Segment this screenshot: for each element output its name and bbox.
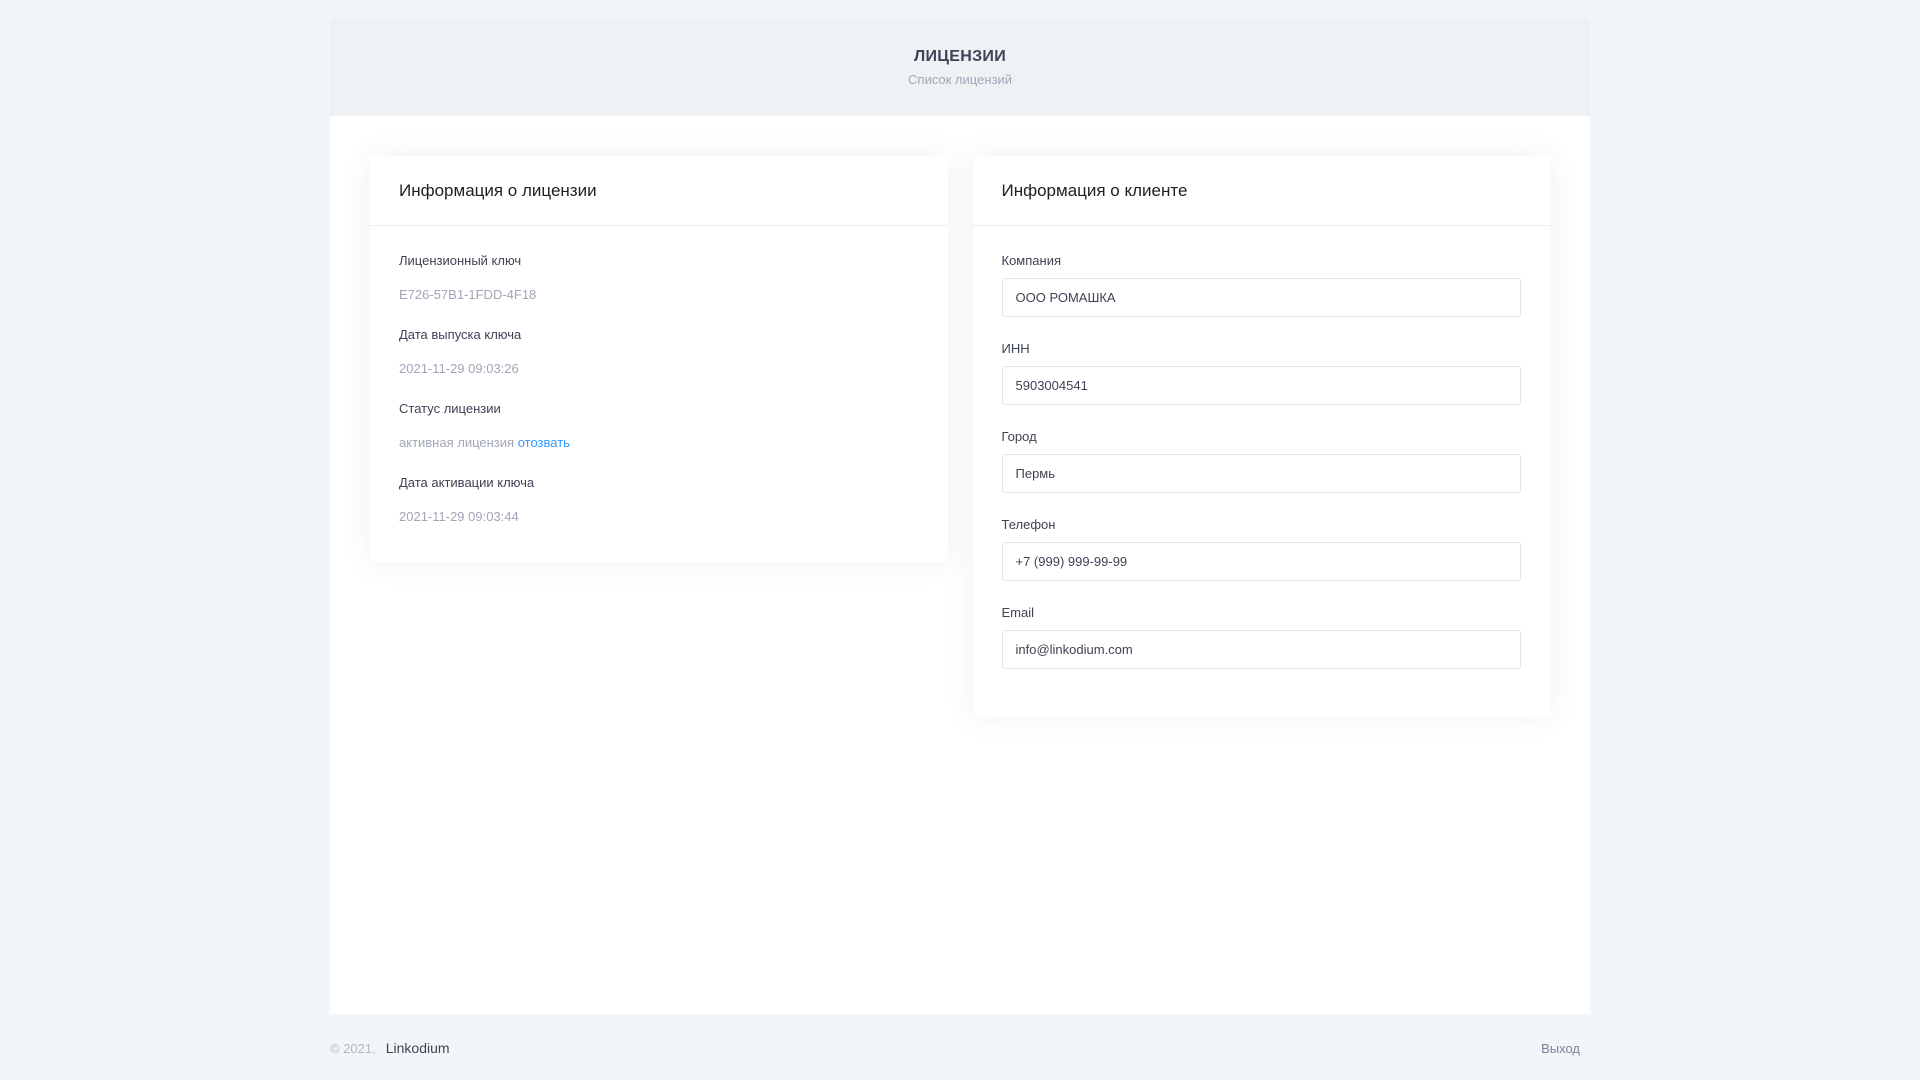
license-info-card: Информация о лицензии Лицензионный ключ … — [370, 156, 948, 562]
license-key-value: E726-57B1-1FDD-4F18 — [399, 287, 537, 302]
license-status-label: Статус лицензии — [399, 401, 501, 416]
inn-input[interactable] — [1001, 366, 1521, 405]
phone-input[interactable] — [1001, 542, 1521, 581]
company-field: Компания — [1001, 253, 1522, 317]
main-wrapper: ЛИЦЕНЗИИ Список лицензий Информация о ли… — [330, 18, 1590, 1014]
license-card-body: Лицензионный ключ E726-57B1-1FDD-4F18 Да… — [370, 226, 948, 562]
email-input[interactable] — [1001, 630, 1521, 669]
issue-date-label: Дата выпуска ключа — [399, 327, 522, 342]
content: Информация о лицензии Лицензионный ключ … — [330, 116, 1590, 717]
brand-link[interactable]: Linkodium — [386, 1040, 450, 1056]
license-card-header: Информация о лицензии — [370, 156, 948, 226]
inn-field: ИНН — [1001, 341, 1522, 405]
inn-label: ИНН — [1001, 341, 1030, 356]
city-label: Город — [1001, 429, 1037, 444]
page-subtitle: Список лицензий — [908, 71, 1012, 87]
company-input[interactable] — [1001, 278, 1521, 317]
license-card-title: Информация о лицензии — [399, 180, 597, 200]
activation-date-label: Дата активации ключа — [399, 475, 535, 490]
copyright-text: © 2021, — [330, 1040, 376, 1056]
company-label: Компания — [1001, 253, 1062, 268]
subheader: ЛИЦЕНЗИИ Список лицензий — [330, 18, 1590, 116]
license-key-label: Лицензионный ключ — [399, 253, 522, 268]
license-status-value: активная лицензия — [399, 435, 515, 450]
activation-date-field: Дата активации ключа 2021-11-29 09:03:44 — [399, 475, 919, 524]
page-title: ЛИЦЕНЗИИ — [913, 47, 1007, 65]
activation-date-value: 2021-11-29 09:03:44 — [399, 509, 519, 524]
footer-left: © 2021, Linkodium — [330, 1040, 450, 1056]
issue-date-field: Дата выпуска ключа 2021-11-29 09:03:26 — [399, 327, 919, 376]
city-field: Город — [1001, 429, 1522, 493]
client-card-header: Информация о клиенте — [972, 156, 1550, 226]
email-label: Email — [1001, 605, 1035, 620]
email-field: Email — [1001, 605, 1522, 669]
phone-field: Телефон — [1001, 517, 1522, 581]
footer: © 2021, Linkodium Выход — [330, 1040, 1590, 1056]
license-key-field: Лицензионный ключ E726-57B1-1FDD-4F18 — [399, 253, 919, 302]
phone-label: Телефон — [1001, 517, 1056, 532]
city-input[interactable] — [1001, 454, 1521, 493]
logout-link[interactable]: Выход — [1541, 1041, 1580, 1056]
revoke-license-link[interactable]: отозвать — [518, 435, 570, 450]
client-info-card: Информация о клиенте Компания ИНН Город … — [972, 156, 1551, 717]
issue-date-value: 2021-11-29 09:03:26 — [399, 361, 519, 376]
client-card-body: Компания ИНН Город Телефон Email — [973, 226, 1551, 717]
license-status-field: Статус лицензии активная лицензия отозва… — [399, 401, 919, 450]
client-card-title: Информация о клиенте — [1001, 180, 1188, 200]
license-status-value-row: активная лицензия отозвать — [399, 435, 919, 450]
